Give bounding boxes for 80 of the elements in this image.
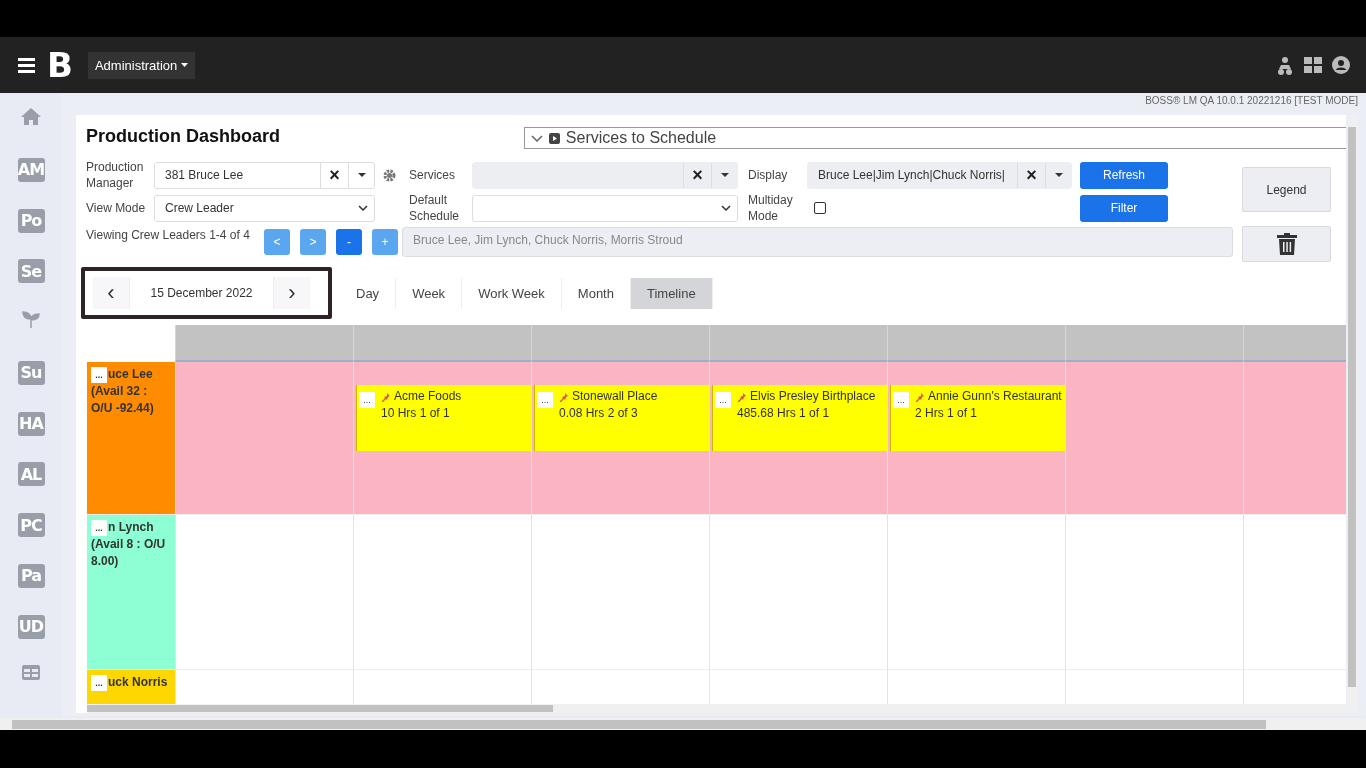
view-tab[interactable]: Timeline — [630, 277, 713, 309]
page-title: Production Dashboard — [86, 126, 281, 147]
menu-icon[interactable] — [18, 57, 35, 73]
scrollbar-thumb[interactable] — [12, 720, 1266, 729]
view-tab[interactable]: Week — [396, 277, 463, 309]
more-button[interactable]: ... — [91, 367, 107, 383]
table-icon[interactable] — [22, 665, 40, 681]
more-button[interactable]: ... — [91, 520, 107, 536]
event-detail: 2 Hrs 1 of 1 — [914, 405, 979, 422]
filter-button[interactable]: Filter — [1080, 194, 1168, 222]
version-label: BOSS® LM QA 10.0.1 20221216 [TEST MODE] — [1144, 94, 1359, 108]
services-select[interactable]: × — [472, 161, 738, 189]
next-button[interactable]: › — [274, 277, 310, 309]
event-title: Stonewall Place — [572, 388, 658, 405]
clear-button[interactable]: × — [1017, 162, 1045, 188]
pin-icon — [559, 391, 569, 402]
field-label: View Mode — [86, 200, 147, 216]
administration-menu[interactable]: Administration — [87, 51, 196, 79]
field-label: Multiday Mode — [748, 192, 794, 224]
scrollbar-thumb[interactable] — [87, 705, 553, 712]
viewing-count: Viewing Crew Leaders 1-4 of 4 — [86, 227, 251, 243]
field-label: Services — [409, 167, 456, 183]
gear-icon[interactable] — [383, 168, 396, 182]
crew-leader-name: uck Norris — [108, 674, 168, 691]
event-detail: 10 Hrs 1 of 1 — [380, 405, 451, 422]
availability-text: (Avail 8 : O/U 8.00) — [91, 536, 167, 570]
event-title: Acme Foods — [394, 388, 462, 405]
clear-button[interactable]: × — [320, 162, 348, 188]
previous-button[interactable]: ‹ — [93, 277, 129, 309]
clear-button[interactable]: × — [683, 162, 711, 188]
schedule-event[interactable]: ... Stonewall Place 0.08 Hrs 2 of 3 — [534, 385, 709, 451]
event-detail: 485.68 Hrs 1 of 1 — [736, 405, 831, 422]
brand-logo[interactable]: B — [47, 48, 72, 82]
legend-button[interactable]: Legend — [1242, 167, 1331, 212]
view-tab[interactable]: Day — [340, 277, 397, 309]
crew-leader-name: n Lynch — [108, 519, 154, 536]
refresh-button[interactable]: Refresh — [1080, 161, 1168, 189]
view-mode-select[interactable]: Crew Leader — [154, 194, 375, 222]
view-tab[interactable]: Month — [561, 277, 631, 309]
chevron-icon — [721, 205, 731, 211]
schedule-event[interactable]: ... Acme Foods 10 Hrs 1 of 1 — [356, 385, 531, 451]
expand-icon — [548, 132, 560, 144]
people-icon[interactable] — [1276, 55, 1294, 75]
availability-text: (Avail 32 : O/U -92.44) — [91, 383, 155, 417]
display-select[interactable]: Bruce Lee|Jim Lynch|Chuck Norris| × — [807, 161, 1072, 189]
event-detail: 0.08 Hrs 2 of 3 — [558, 405, 639, 422]
view-tab[interactable]: Work Week — [462, 277, 562, 309]
services-panel-header[interactable]: Services to Schedule — [523, 127, 1346, 149]
home-icon[interactable] — [21, 107, 41, 125]
pin-icon — [915, 391, 925, 402]
page-button[interactable]: - — [336, 229, 362, 255]
field-label: Display — [748, 167, 789, 183]
schedule-event[interactable]: ... Annie Gunn's Restaurant 2 Hrs 1 of 1 — [890, 385, 1065, 451]
crew-leader-name: uce Lee — [108, 366, 153, 383]
more-button[interactable]: ... — [537, 392, 553, 408]
user-icon[interactable] — [1332, 56, 1350, 74]
caret-icon — [357, 173, 366, 177]
grid-icon[interactable] — [1304, 57, 1322, 73]
sprout-icon[interactable] — [22, 310, 40, 328]
checkbox[interactable] — [814, 202, 826, 214]
more-button[interactable]: ... — [359, 392, 375, 408]
trash-icon — [1276, 233, 1297, 255]
caret-icon — [1054, 173, 1063, 177]
field-label: Production Manager — [86, 159, 145, 191]
more-button[interactable]: ... — [715, 392, 731, 408]
scrollbar-thumb[interactable] — [1348, 127, 1356, 687]
pin-icon — [381, 391, 391, 402]
more-button[interactable]: ... — [91, 675, 107, 691]
chevron-icon — [358, 205, 368, 211]
schedule-event[interactable]: ... Elvis Presley Birthplace 485.68 Hrs 1 of 1 — [712, 385, 887, 451]
manager-select[interactable]: 381 Bruce Lee × — [154, 161, 375, 189]
caret-icon — [181, 63, 189, 67]
date-label: 15 December 2022 — [129, 277, 274, 309]
pin-icon — [737, 391, 747, 402]
event-title: Annie Gunn's Restaurant — [928, 388, 1062, 405]
event-title: Elvis Presley Birthplace — [750, 388, 876, 405]
more-button[interactable]: ... — [893, 392, 909, 408]
delete-button[interactable] — [1242, 226, 1331, 262]
field-label: Default Schedule — [409, 192, 461, 224]
caret-icon — [720, 173, 729, 177]
